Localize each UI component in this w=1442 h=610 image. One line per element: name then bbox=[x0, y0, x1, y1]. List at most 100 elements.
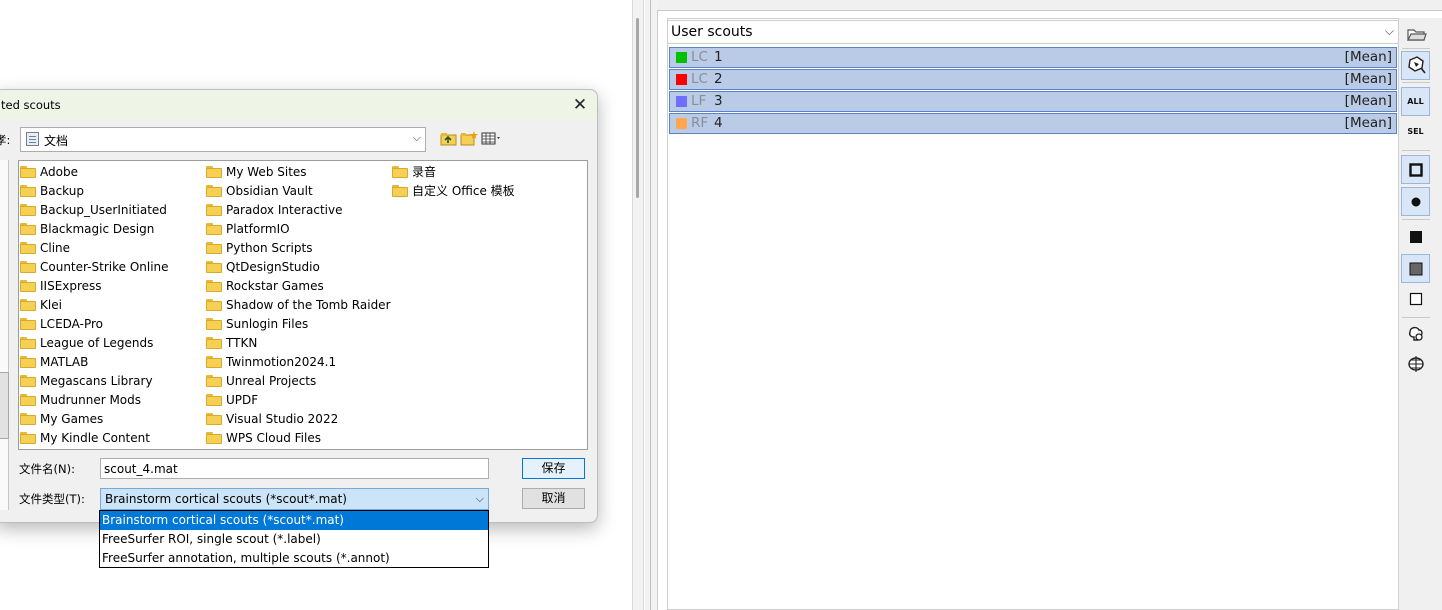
folder-name: Unreal Projects bbox=[226, 374, 317, 388]
view-menu-icon[interactable] bbox=[481, 131, 503, 147]
folder-icon bbox=[20, 432, 36, 444]
folder-item[interactable]: Blackmagic Design bbox=[19, 220, 169, 239]
save-button[interactable]: 保存 bbox=[522, 458, 585, 479]
folder-icon bbox=[206, 394, 222, 406]
folder-name: Shadow of the Tomb Raider bbox=[226, 298, 391, 312]
folder-item[interactable]: My Games bbox=[19, 410, 169, 429]
opaque-fill-icon[interactable] bbox=[1401, 223, 1430, 252]
scout-row[interactable]: LC 1 [Mean] bbox=[669, 47, 1397, 68]
scout-row[interactable]: LC 2 [Mean] bbox=[669, 69, 1397, 90]
brain-globe-icon[interactable] bbox=[1401, 350, 1430, 379]
folder-item[interactable]: Cline bbox=[19, 239, 169, 258]
atlas-selector-value: User scouts bbox=[671, 24, 753, 40]
folder-item[interactable]: Unreal Projects bbox=[205, 372, 391, 391]
folder-name: Klei bbox=[40, 298, 62, 312]
folder-item[interactable]: Sunlogin Files bbox=[205, 315, 391, 334]
folder-item[interactable]: Backup bbox=[19, 182, 169, 201]
folder-icon bbox=[392, 166, 408, 178]
folder-item[interactable]: Backup_UserInitiated bbox=[19, 201, 169, 220]
scout-from-surface-icon[interactable] bbox=[1401, 51, 1430, 80]
folder-name: League of Legends bbox=[40, 336, 154, 350]
folder-name: My Games bbox=[40, 412, 104, 426]
folder-item[interactable]: PlatformIO bbox=[205, 220, 391, 239]
folder-item[interactable]: TTKN bbox=[205, 334, 391, 353]
folder-name: Paradox Interactive bbox=[226, 203, 343, 217]
folder-item[interactable]: IISExpress bbox=[19, 277, 169, 296]
close-icon[interactable]: ✕ bbox=[569, 94, 591, 116]
folder-item[interactable]: Obsidian Vault bbox=[205, 182, 391, 201]
folder-icon bbox=[206, 299, 222, 311]
chevron-down-icon[interactable]: ⌵ bbox=[476, 492, 484, 506]
transparent-fill-icon[interactable] bbox=[1401, 254, 1430, 283]
folder-item[interactable]: Mudrunner Mods bbox=[19, 391, 169, 410]
folder-location-combo[interactable]: 文档 ⌵ bbox=[20, 127, 426, 152]
folder-item[interactable]: Python Scripts bbox=[205, 239, 391, 258]
folder-name: Backup_UserInitiated bbox=[40, 203, 167, 217]
folder-item[interactable]: LCEDA-Pro bbox=[19, 315, 169, 334]
no-fill-icon[interactable] bbox=[1401, 285, 1430, 314]
panel-splitter[interactable] bbox=[645, 0, 658, 610]
scrollbar-thumb[interactable] bbox=[636, 18, 639, 198]
scout-color-swatch bbox=[676, 96, 687, 107]
folder-name: Sunlogin Files bbox=[226, 317, 309, 331]
scout-region: LF bbox=[691, 93, 707, 109]
filename-input[interactable] bbox=[100, 458, 489, 479]
folder-item[interactable]: 自定义 Office 模板 bbox=[391, 182, 515, 201]
folder-item[interactable]: Paradox Interactive bbox=[205, 201, 391, 220]
folder-item[interactable]: UPDF bbox=[205, 391, 391, 410]
folder-item[interactable]: QtDesignStudio bbox=[205, 258, 391, 277]
folder-item[interactable]: League of Legends bbox=[19, 334, 169, 353]
sel-label: SEL bbox=[1407, 127, 1424, 136]
folder-item[interactable]: Klei bbox=[19, 296, 169, 315]
scout-row[interactable]: LF 3 [Mean] bbox=[669, 91, 1397, 112]
panel-header-strip bbox=[657, 0, 1442, 11]
atlas-selector[interactable]: User scouts ⌵ bbox=[667, 20, 1399, 44]
folder-item[interactable]: 录音 bbox=[391, 163, 515, 182]
folder-icon bbox=[20, 337, 36, 349]
folder-icon bbox=[206, 204, 222, 216]
places-bar-button[interactable] bbox=[0, 372, 9, 439]
folder-item[interactable]: Adobe bbox=[19, 163, 169, 182]
folder-icon bbox=[206, 280, 222, 292]
seed-point-icon[interactable] bbox=[1401, 187, 1430, 216]
folder-name: Obsidian Vault bbox=[226, 184, 313, 198]
folder-item[interactable]: Shadow of the Tomb Raider bbox=[205, 296, 391, 315]
folder-item[interactable]: My Web Sites bbox=[205, 163, 391, 182]
up-folder-icon[interactable] bbox=[440, 131, 458, 147]
file-list[interactable]: Adobe Backup Backup_UserInitiated Blackmagi… bbox=[18, 160, 588, 450]
scout-function: [Mean] bbox=[1344, 115, 1392, 131]
chevron-down-icon[interactable]: ⌵ bbox=[413, 131, 421, 145]
folder-item[interactable]: Megascans Library bbox=[19, 372, 169, 391]
folder-item[interactable]: My Kindle Content bbox=[19, 429, 169, 448]
scout-row[interactable]: RF 4 [Mean] bbox=[669, 113, 1397, 134]
scout-label: 3 bbox=[714, 93, 723, 109]
filetype-option[interactable]: FreeSurfer annotation, multiple scouts (… bbox=[100, 549, 488, 568]
folder-icon bbox=[206, 185, 222, 197]
folder-item[interactable]: Rockstar Games bbox=[205, 277, 391, 296]
filetype-option[interactable]: FreeSurfer ROI, single scout (*.label) bbox=[100, 530, 488, 549]
show-selected-scouts-button[interactable]: SEL bbox=[1401, 118, 1430, 147]
filetype-option[interactable]: Brainstorm cortical scouts (*scout*.mat) bbox=[100, 511, 488, 530]
folder-item[interactable]: WPS Cloud Files bbox=[205, 429, 391, 448]
folder-item[interactable]: Counter-Strike Online bbox=[19, 258, 169, 277]
chevron-down-icon[interactable]: ⌵ bbox=[1385, 24, 1394, 39]
folder-item[interactable]: MATLAB bbox=[19, 353, 169, 372]
show-all-scouts-button[interactable]: ALL bbox=[1401, 87, 1430, 116]
filetype-selected-value: Brainstorm cortical scouts (*scout*.mat) bbox=[105, 492, 347, 506]
folder-icon bbox=[20, 242, 36, 254]
brain-region-icon[interactable] bbox=[1401, 320, 1430, 349]
folder-item[interactable]: Twinmotion2024.1 bbox=[205, 353, 391, 372]
all-label: ALL bbox=[1407, 97, 1424, 106]
contour-icon[interactable] bbox=[1401, 155, 1430, 184]
folder-item[interactable]: Visual Studio 2022 bbox=[205, 410, 391, 429]
folder-icon bbox=[20, 413, 36, 425]
folder-name: UPDF bbox=[226, 393, 259, 407]
filetype-dropdown-list: Brainstorm cortical scouts (*scout*.mat)… bbox=[99, 510, 489, 568]
filetype-select[interactable]: Brainstorm cortical scouts (*scout*.mat)… bbox=[100, 488, 489, 510]
load-atlas-folder-icon[interactable] bbox=[1401, 20, 1430, 49]
document-folder-icon bbox=[26, 132, 39, 146]
folder-name: Mudrunner Mods bbox=[40, 393, 142, 407]
cancel-button[interactable]: 取消 bbox=[522, 488, 585, 509]
folder-name: Counter-Strike Online bbox=[40, 260, 169, 274]
new-folder-icon[interactable] bbox=[460, 131, 478, 147]
